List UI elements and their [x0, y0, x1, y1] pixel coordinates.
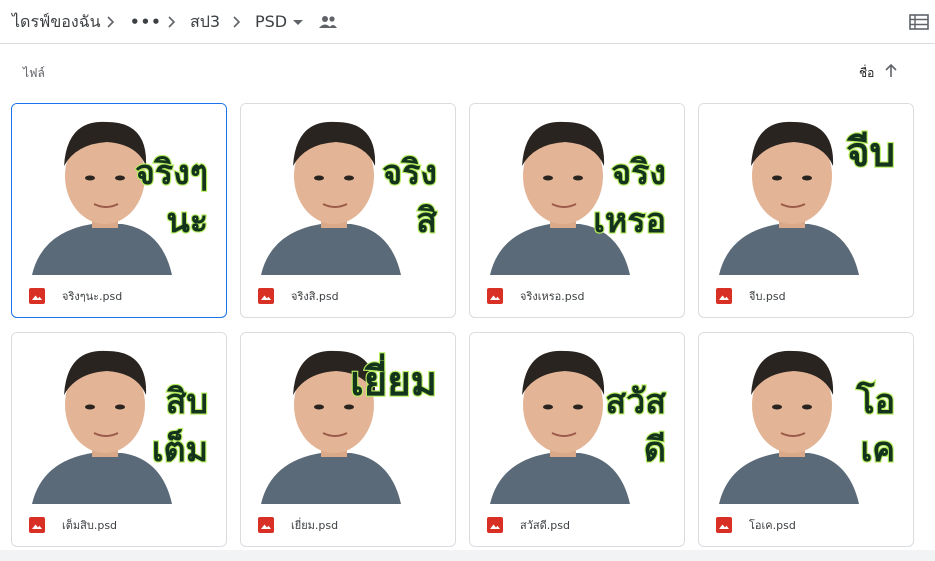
file-name: เต็มสิบ.psd — [62, 519, 118, 532]
file-name: จริงๆนะ.psd — [62, 290, 123, 303]
sticker-caption: สิ — [416, 201, 437, 241]
file-name: สวัสดี.psd — [520, 519, 570, 532]
sticker-preview: จีบ — [719, 121, 896, 275]
sticker-caption: จริง — [382, 153, 437, 193]
file-info-row: เต็มสิบ.psd — [12, 504, 226, 546]
sticker-caption: เค — [861, 430, 895, 470]
sticker-caption: จริงๆ — [135, 153, 208, 193]
file-thumbnail: จริง สิ — [241, 104, 455, 275]
list-view-icon[interactable] — [909, 14, 929, 30]
image-file-icon — [29, 288, 45, 304]
sticker-preview: จริง สิ — [261, 121, 438, 275]
file-name: จริงเหรอ.psd — [520, 290, 585, 303]
caret-down-icon[interactable] — [291, 13, 305, 31]
sticker-preview: สวัส ดี — [490, 350, 667, 504]
image-file-icon — [258, 288, 274, 304]
file-thumbnail: จริงๆ นะ — [12, 104, 226, 275]
image-file-icon — [258, 517, 274, 533]
file-card[interactable]: จริง สิ จริงสิ.psd — [240, 103, 456, 318]
image-file-icon — [716, 517, 732, 533]
sticker-caption: สวัส — [605, 382, 666, 422]
sticker-preview: โอ เค — [719, 350, 896, 504]
image-file-icon — [487, 288, 503, 304]
file-info-row: เยี่ยม.psd — [241, 504, 455, 546]
file-info-row: จริงเหรอ.psd — [470, 275, 684, 317]
file-info-row: จีบ.psd — [699, 275, 913, 317]
scroll-area-edge — [0, 550, 935, 561]
sticker-preview: จริงๆ นะ — [32, 121, 209, 275]
file-card[interactable]: สิบ เต็ม เต็มสิบ.psd — [11, 332, 227, 547]
file-name: เยี่ยม.psd — [291, 519, 339, 532]
sticker-caption: เต็ม — [152, 428, 208, 470]
file-card[interactable]: เยี่ยม เยี่ยม.psd — [240, 332, 456, 547]
breadcrumb-bar: ไดรฟ์ของฉัน ••• สป3 PSD — [0, 0, 935, 44]
file-info-row: จริงๆนะ.psd — [12, 275, 226, 317]
file-name: โอเค.psd — [749, 519, 796, 532]
breadcrumb-root[interactable]: ไดรฟ์ของฉัน — [12, 10, 101, 34]
chevron-right-icon — [107, 16, 115, 28]
sticker-caption: เหรอ — [593, 201, 666, 241]
people-icon — [319, 16, 337, 28]
sticker-caption: ดี — [644, 430, 666, 470]
file-thumbnail: จีบ — [699, 104, 913, 275]
sticker-preview: จริง เหรอ — [490, 121, 667, 275]
arrow-up-icon[interactable] — [883, 62, 899, 80]
sticker-caption: นะ — [166, 201, 208, 241]
image-file-icon — [487, 517, 503, 533]
breadcrumb-folder[interactable]: สป3 — [190, 10, 220, 34]
file-info-row: จริงสิ.psd — [241, 275, 455, 317]
file-thumbnail: โอ เค — [699, 333, 913, 504]
chevron-right-icon — [168, 16, 176, 28]
file-thumbnail: สิบ เต็ม — [12, 333, 226, 504]
file-thumbnail: สวัส ดี — [470, 333, 684, 504]
sort-by-name-button[interactable]: ชื่อ — [859, 64, 874, 83]
breadcrumb-current[interactable]: PSD — [255, 10, 287, 34]
sticker-caption: จริง — [611, 153, 666, 193]
file-card[interactable]: สวัส ดี สวัสดี.psd — [469, 332, 685, 547]
file-card[interactable]: จริง เหรอ จริงเหรอ.psd — [469, 103, 685, 318]
file-info-row: สวัสดี.psd — [470, 504, 684, 546]
file-thumbnail: จริง เหรอ — [470, 104, 684, 275]
file-name: จีบ.psd — [749, 290, 786, 303]
file-name: จริงสิ.psd — [291, 290, 339, 303]
file-card[interactable]: จริงๆ นะ จริงๆนะ.psd — [11, 103, 227, 318]
sticker-caption: จีบ — [846, 130, 895, 176]
file-thumbnail: เยี่ยม — [241, 333, 455, 504]
file-card[interactable]: โอ เค โอเค.psd — [698, 332, 914, 547]
breadcrumb-more-button[interactable]: ••• — [130, 10, 161, 34]
file-card[interactable]: จีบ จีบ.psd — [698, 103, 914, 318]
files-section-label: ไฟล์ — [23, 66, 45, 80]
image-file-icon — [716, 288, 732, 304]
sticker-caption: โอ — [855, 381, 895, 422]
sticker-caption: เยี่ยม — [350, 353, 437, 405]
image-file-icon — [29, 517, 45, 533]
sticker-preview: สิบ เต็ม — [32, 350, 209, 504]
chevron-right-icon — [233, 16, 241, 28]
file-info-row: โอเค.psd — [699, 504, 913, 546]
sticker-preview: เยี่ยม — [261, 350, 438, 504]
sticker-caption: สิบ — [166, 382, 208, 422]
